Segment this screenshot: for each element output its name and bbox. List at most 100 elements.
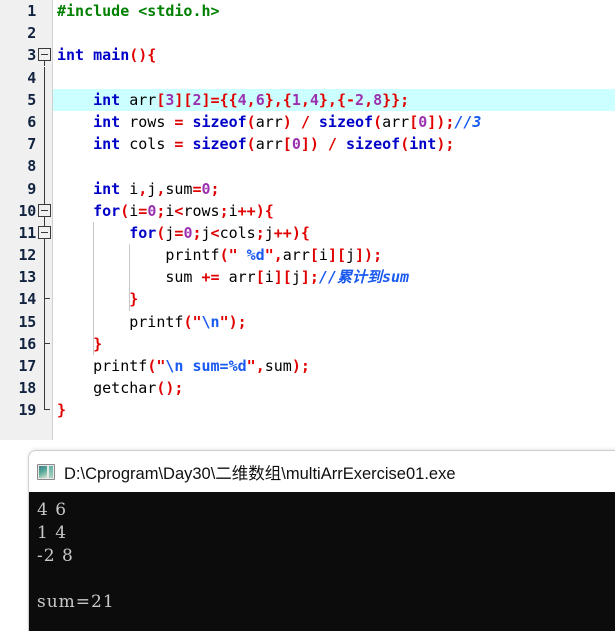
code-line[interactable]: for(i=0;i<rows;i++){ (53, 200, 615, 222)
console-titlebar[interactable]: D:\Cprogram\Day30\二维数组\multiArrExercise0… (29, 451, 615, 492)
fold-column-cell[interactable] (38, 199, 52, 222)
line-number: 18 (18, 379, 37, 398)
code-token: printf (93, 357, 148, 375)
code-token: [ (255, 268, 265, 287)
code-token: , (246, 90, 256, 109)
code-token: ][ (273, 268, 292, 287)
console-output-area[interactable]: 4 6 1 4 -2 8 sum=21 (29, 492, 615, 631)
code-token: sum (264, 357, 292, 375)
fold-collapse-box[interactable] (38, 225, 51, 239)
fold-column-cell (38, 310, 52, 333)
code-token: ]); (355, 246, 383, 265)
code-token: ; (219, 201, 229, 220)
code-token: %d (246, 246, 265, 265)
fold-column-cell (38, 22, 52, 44)
line-number: 10 (18, 201, 37, 220)
code-line[interactable]: } (53, 399, 615, 421)
code-token: i (228, 201, 238, 220)
code-token: , (364, 90, 374, 109)
fold-column-cell[interactable] (38, 44, 52, 67)
console-output-line: sum=21 (37, 592, 115, 612)
code-token: - (346, 90, 356, 109)
code-token: arr (219, 268, 256, 287)
code-line[interactable] (53, 22, 615, 44)
code-token: 0 (291, 135, 301, 154)
code-line[interactable]: #include <stdio.h> (53, 0, 615, 22)
gutter-row: 13 (0, 266, 52, 289)
line-number: 9 (27, 179, 36, 198)
code-token: ( (120, 201, 130, 220)
code-line[interactable]: int arr[3][2]={{4,6},{1,4},{-2,8}}; (53, 88, 615, 111)
code-token: ++ (237, 201, 256, 220)
code-token: i (318, 246, 328, 265)
code-token: j (201, 223, 211, 242)
code-editor[interactable]: 1 2 3 4 5 6 7 8 9 10 11 12 13 14 15 16 17 18 19 #include <… (0, 0, 615, 440)
code-token: int (409, 135, 437, 154)
code-token: ] (201, 90, 211, 109)
fold-guide-line (44, 66, 45, 89)
code-line[interactable]: getchar(); (53, 377, 615, 399)
code-token: {{ (219, 90, 238, 109)
fold-column-cell (38, 355, 52, 378)
console-window[interactable]: D:\Cprogram\Day30\二维数组\multiArrExercise0… (28, 450, 615, 631)
code-line[interactable]: int rows = sizeof(arr) / sizeof(arr[0]);… (53, 111, 615, 133)
fold-column-cell[interactable] (38, 221, 52, 244)
fold-guide-line (44, 266, 45, 289)
console-title-text: D:\Cprogram\Day30\二维数组\multiArrExercise0… (64, 464, 456, 483)
line-number: 14 (18, 290, 37, 309)
code-token: ( (400, 135, 410, 154)
gutter-row: 16 (0, 332, 52, 355)
code-token: ( (373, 112, 383, 131)
code-line[interactable]: } (53, 332, 615, 355)
code-line[interactable] (53, 155, 615, 177)
line-number: 6 (27, 112, 36, 131)
line-number: 16 (18, 334, 37, 353)
console-output-line: -2 8 (37, 546, 74, 566)
code-token: , (255, 357, 265, 375)
code-token: sum (165, 268, 202, 287)
fold-column-cell (38, 377, 52, 400)
fold-collapse-box[interactable] (38, 48, 51, 62)
editor-gutter[interactable]: 1 2 3 4 5 6 7 8 9 10 11 12 13 14 15 16 17 18 19 (0, 0, 53, 440)
line-number: 5 (27, 90, 36, 109)
code-token: int (93, 135, 121, 154)
code-line[interactable]: } (53, 288, 615, 311)
code-line[interactable]: sum += arr[i][j];//累计到sum (53, 266, 615, 289)
gutter-row: 6 (0, 110, 52, 134)
code-line[interactable]: printf("\n"); (53, 310, 615, 333)
code-token: " (228, 246, 238, 265)
fold-guide-line (44, 332, 45, 355)
code-token: ; (192, 223, 202, 242)
fold-guide-line (44, 88, 45, 111)
code-token: getchar (93, 379, 157, 398)
code-token: 0 (201, 179, 211, 198)
code-token: (){ (129, 46, 157, 65)
editor-code-area[interactable]: #include <stdio.h> int main(){ int arr[3… (53, 0, 615, 440)
code-line[interactable]: int i,j,sum=0; (53, 178, 615, 200)
fold-end-tick (44, 298, 50, 300)
code-line[interactable]: int main(){ (53, 44, 615, 66)
line-number: 1 (27, 2, 36, 20)
code-token: int (93, 112, 121, 131)
line-number: 3 (27, 46, 36, 65)
code-token: / (318, 135, 346, 154)
code-token: //3 (454, 112, 482, 131)
fold-collapse-box[interactable] (38, 203, 51, 217)
code-token: ); (436, 135, 455, 154)
code-token: += (201, 268, 220, 287)
code-line[interactable] (53, 67, 615, 89)
fold-column-cell (38, 332, 52, 355)
console-output-line: 4 6 (37, 500, 68, 520)
line-number: 15 (18, 312, 37, 331)
line-number: 12 (18, 246, 37, 265)
gutter-row: 2 (0, 22, 52, 44)
code-line[interactable]: printf(" %d",arr[i][j]); (53, 244, 615, 267)
code-line[interactable]: int cols = sizeof(arr[0]) / sizeof(int); (53, 133, 615, 155)
line-number: 19 (18, 401, 37, 420)
code-line[interactable]: for(j=0;j<cols;j++){ (53, 221, 615, 245)
code-line[interactable]: printf("\n sum=%d",sum); (53, 355, 615, 377)
